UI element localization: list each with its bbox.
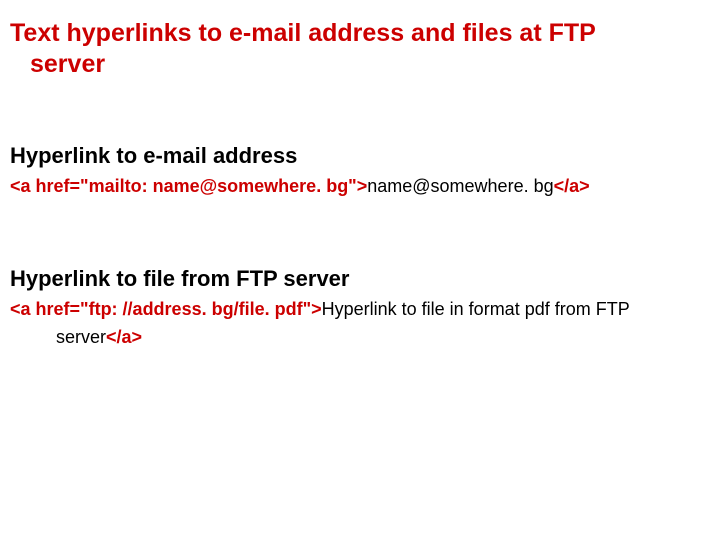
title-line-2: server (10, 50, 105, 78)
section-1-code: <a href="mailto: name@somewhere. bg">nam… (10, 173, 710, 201)
slide: Text hyperlinks to e-mail address and fi… (0, 0, 720, 540)
section-2-code: <a href="ftp: //address. bg/file. pdf">H… (10, 296, 710, 352)
title-line-1: Text hyperlinks to e-mail address and fi… (10, 19, 596, 47)
code-close-tag: </a> (554, 176, 590, 196)
slide-title: Text hyperlinks to e-mail address and fi… (10, 18, 710, 81)
code-link-text-2b: server (56, 327, 106, 347)
code-open-tag-2: <a href="ftp: //address. bg/file. pdf"> (10, 299, 322, 319)
section-1-heading: Hyperlink to e-mail address (10, 143, 710, 169)
code-open-tag: <a href="mailto: name@somewhere. bg"> (10, 176, 367, 196)
code-close-tag-2: </a> (106, 327, 142, 347)
code-link-text: name@somewhere. bg (367, 176, 553, 196)
section-2-heading: Hyperlink to file from FTP server (10, 266, 710, 292)
code-link-text-2a: Hyperlink to file in format pdf from FTP (322, 299, 630, 319)
